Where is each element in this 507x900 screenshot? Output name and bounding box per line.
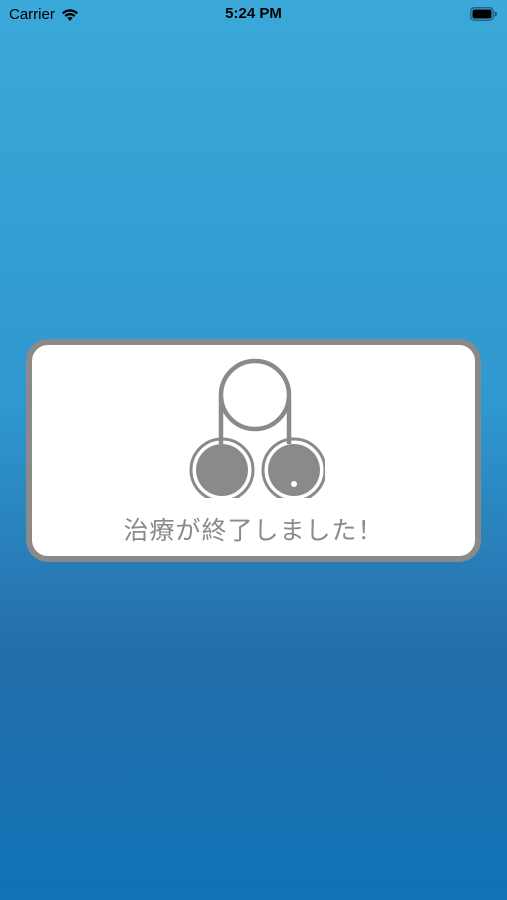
status-time: 5:24 PM	[225, 5, 282, 22]
app-screen: Carrier 5:24 PM 治療が終了しました！	[0, 0, 507, 900]
treatment-complete-message: 治療が終了しました！	[123, 516, 384, 545]
treatment-device-icon	[185, 358, 325, 498]
status-bar: Carrier 5:24 PM	[0, 0, 507, 30]
treatment-complete-dialog: 治療が終了しました！	[26, 339, 481, 562]
battery-icon	[470, 7, 497, 21]
